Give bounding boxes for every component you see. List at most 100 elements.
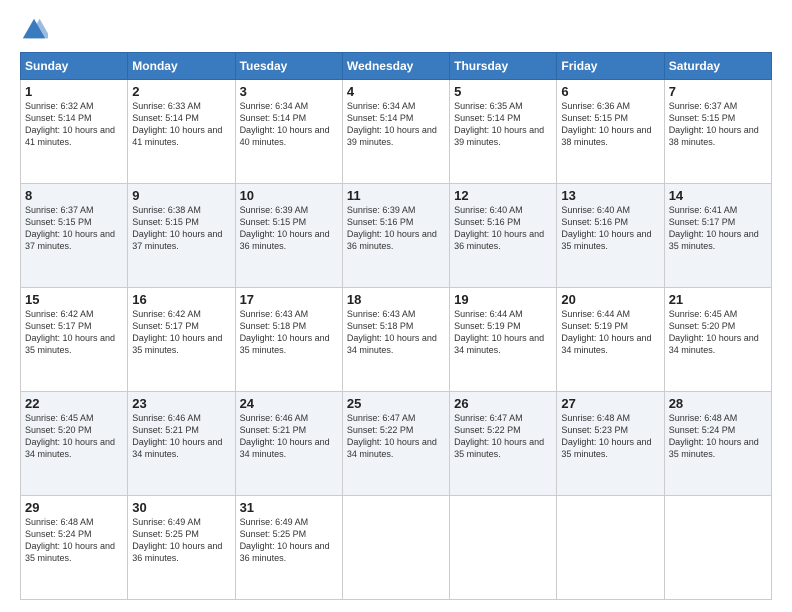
cell-content: Sunrise: 6:32 AMSunset: 5:14 PMDaylight:…: [25, 100, 123, 149]
daylight-text: Daylight: 10 hours and 35 minutes.: [561, 229, 651, 251]
sunrise-text: Sunrise: 6:34 AM: [347, 101, 416, 111]
day-number: 17: [240, 292, 338, 307]
daylight-text: Daylight: 10 hours and 41 minutes.: [132, 125, 222, 147]
calendar-cell: 15Sunrise: 6:42 AMSunset: 5:17 PMDayligh…: [21, 288, 128, 392]
cell-content: Sunrise: 6:47 AMSunset: 5:22 PMDaylight:…: [454, 412, 552, 461]
sunrise-text: Sunrise: 6:42 AM: [25, 309, 94, 319]
sunrise-text: Sunrise: 6:47 AM: [454, 413, 523, 423]
sunset-text: Sunset: 5:15 PM: [132, 217, 199, 227]
sunset-text: Sunset: 5:21 PM: [132, 425, 199, 435]
calendar-cell: 26Sunrise: 6:47 AMSunset: 5:22 PMDayligh…: [450, 392, 557, 496]
sunrise-text: Sunrise: 6:48 AM: [669, 413, 738, 423]
day-number: 10: [240, 188, 338, 203]
day-number: 30: [132, 500, 230, 515]
day-number: 3: [240, 84, 338, 99]
daylight-text: Daylight: 10 hours and 35 minutes.: [25, 541, 115, 563]
day-number: 8: [25, 188, 123, 203]
sunrise-text: Sunrise: 6:48 AM: [561, 413, 630, 423]
sunrise-text: Sunrise: 6:39 AM: [347, 205, 416, 215]
sunrise-text: Sunrise: 6:48 AM: [25, 517, 94, 527]
daylight-text: Daylight: 10 hours and 35 minutes.: [454, 437, 544, 459]
sunset-text: Sunset: 5:16 PM: [561, 217, 628, 227]
daylight-text: Daylight: 10 hours and 35 minutes.: [669, 229, 759, 251]
sunset-text: Sunset: 5:14 PM: [240, 113, 307, 123]
sunset-text: Sunset: 5:24 PM: [669, 425, 736, 435]
sunrise-text: Sunrise: 6:49 AM: [240, 517, 309, 527]
sunset-text: Sunset: 5:14 PM: [25, 113, 92, 123]
cell-content: Sunrise: 6:36 AMSunset: 5:15 PMDaylight:…: [561, 100, 659, 149]
daylight-text: Daylight: 10 hours and 34 minutes.: [347, 333, 437, 355]
day-number: 28: [669, 396, 767, 411]
col-header-saturday: Saturday: [664, 53, 771, 80]
sunset-text: Sunset: 5:25 PM: [240, 529, 307, 539]
calendar-cell: 9Sunrise: 6:38 AMSunset: 5:15 PMDaylight…: [128, 184, 235, 288]
cell-content: Sunrise: 6:42 AM Sunset: 5:17 PM Daylight:…: [25, 308, 123, 357]
calendar-cell: 31Sunrise: 6:49 AMSunset: 5:25 PMDayligh…: [235, 496, 342, 600]
sunrise-text: Sunrise: 6:45 AM: [669, 309, 738, 319]
calendar-cell: 4 Sunrise: 6:34 AM Sunset: 5:14 PM Daylight…: [342, 80, 449, 184]
sunrise-text: Sunrise: 6:49 AM: [132, 517, 201, 527]
page: SundayMondayTuesdayWednesdayThursdayFrid…: [0, 0, 792, 612]
sunset-text: Sunset: 5:14 PM: [347, 113, 414, 123]
cell-content: Sunrise: 6:47 AMSunset: 5:22 PMDaylight:…: [347, 412, 445, 461]
logo-icon: [20, 16, 48, 44]
day-number: 11: [347, 188, 445, 203]
daylight-text: Daylight: 10 hours and 35 minutes.: [25, 333, 115, 355]
calendar-cell: 10Sunrise: 6:39 AMSunset: 5:15 PMDayligh…: [235, 184, 342, 288]
daylight-text: Daylight: 10 hours and 34 minutes.: [669, 333, 759, 355]
day-number: 5: [454, 84, 552, 99]
calendar-cell: [664, 496, 771, 600]
cell-content: Sunrise: 6:44 AMSunset: 5:19 PMDaylight:…: [454, 308, 552, 357]
cell-content: Sunrise: 6:48 AMSunset: 5:23 PMDaylight:…: [561, 412, 659, 461]
cell-content: Sunrise: 6:48 AMSunset: 5:24 PMDaylight:…: [25, 516, 123, 565]
calendar-cell: 20Sunrise: 6:44 AMSunset: 5:19 PMDayligh…: [557, 288, 664, 392]
calendar-cell: 28Sunrise: 6:48 AMSunset: 5:24 PMDayligh…: [664, 392, 771, 496]
calendar-cell: 22Sunrise: 6:45 AMSunset: 5:20 PMDayligh…: [21, 392, 128, 496]
sunrise-text: Sunrise: 6:38 AM: [132, 205, 201, 215]
day-number: 4: [347, 84, 445, 99]
col-header-wednesday: Wednesday: [342, 53, 449, 80]
calendar-cell: 6Sunrise: 6:36 AMSunset: 5:15 PMDaylight…: [557, 80, 664, 184]
day-number: 29: [25, 500, 123, 515]
calendar-cell: 27Sunrise: 6:48 AMSunset: 5:23 PMDayligh…: [557, 392, 664, 496]
cell-content: Sunrise: 6:49 AMSunset: 5:25 PMDaylight:…: [132, 516, 230, 565]
sunset-text: Sunset: 5:23 PM: [561, 425, 628, 435]
cell-content: Sunrise: 6:46 AMSunset: 5:21 PMDaylight:…: [240, 412, 338, 461]
sunrise-text: Sunrise: 6:37 AM: [669, 101, 738, 111]
daylight-text: Daylight: 10 hours and 38 minutes.: [669, 125, 759, 147]
daylight-text: Daylight: 10 hours and 34 minutes.: [454, 333, 544, 355]
day-number: 12: [454, 188, 552, 203]
cell-content: Sunrise: 6:37 AMSunset: 5:15 PMDaylight:…: [25, 204, 123, 253]
sunset-text: Sunset: 5:17 PM: [25, 321, 92, 331]
sunrise-text: Sunrise: 6:46 AM: [240, 413, 309, 423]
daylight-text: Daylight: 10 hours and 37 minutes.: [25, 229, 115, 251]
calendar-cell: [342, 496, 449, 600]
cell-content: Sunrise: 6:48 AMSunset: 5:24 PMDaylight:…: [669, 412, 767, 461]
cell-content: Sunrise: 6:43 AMSunset: 5:18 PMDaylight:…: [347, 308, 445, 357]
day-number: 6: [561, 84, 659, 99]
day-number: 21: [669, 292, 767, 307]
daylight-text: Daylight: 10 hours and 39 minutes.: [347, 125, 437, 147]
sunrise-text: Sunrise: 6:44 AM: [454, 309, 523, 319]
cell-content: Sunrise: 6:40 AMSunset: 5:16 PMDaylight:…: [454, 204, 552, 253]
daylight-text: Daylight: 10 hours and 34 minutes.: [240, 437, 330, 459]
calendar-cell: 18Sunrise: 6:43 AMSunset: 5:18 PMDayligh…: [342, 288, 449, 392]
cell-content: Sunrise: 6:49 AMSunset: 5:25 PMDaylight:…: [240, 516, 338, 565]
daylight-text: Daylight: 10 hours and 34 minutes.: [132, 437, 222, 459]
sunrise-text: Sunrise: 6:41 AM: [669, 205, 738, 215]
day-number: 25: [347, 396, 445, 411]
calendar-table: SundayMondayTuesdayWednesdayThursdayFrid…: [20, 52, 772, 600]
cell-content: Sunrise: 6:43 AMSunset: 5:18 PMDaylight:…: [240, 308, 338, 357]
cell-content: Sunrise: 6:34 AM Sunset: 5:14 PM Daylight:…: [347, 100, 445, 149]
sunrise-text: Sunrise: 6:47 AM: [347, 413, 416, 423]
day-number: 1: [25, 84, 123, 99]
sunrise-text: Sunrise: 6:46 AM: [132, 413, 201, 423]
daylight-text: Daylight: 10 hours and 39 minutes.: [454, 125, 544, 147]
calendar-cell: 17Sunrise: 6:43 AMSunset: 5:18 PMDayligh…: [235, 288, 342, 392]
calendar-cell: 3Sunrise: 6:34 AMSunset: 5:14 PMDaylight…: [235, 80, 342, 184]
calendar-cell: 13Sunrise: 6:40 AMSunset: 5:16 PMDayligh…: [557, 184, 664, 288]
day-number: 18: [347, 292, 445, 307]
sunset-text: Sunset: 5:15 PM: [669, 113, 736, 123]
cell-content: Sunrise: 6:39 AMSunset: 5:15 PMDaylight:…: [240, 204, 338, 253]
sunset-text: Sunset: 5:22 PM: [347, 425, 414, 435]
